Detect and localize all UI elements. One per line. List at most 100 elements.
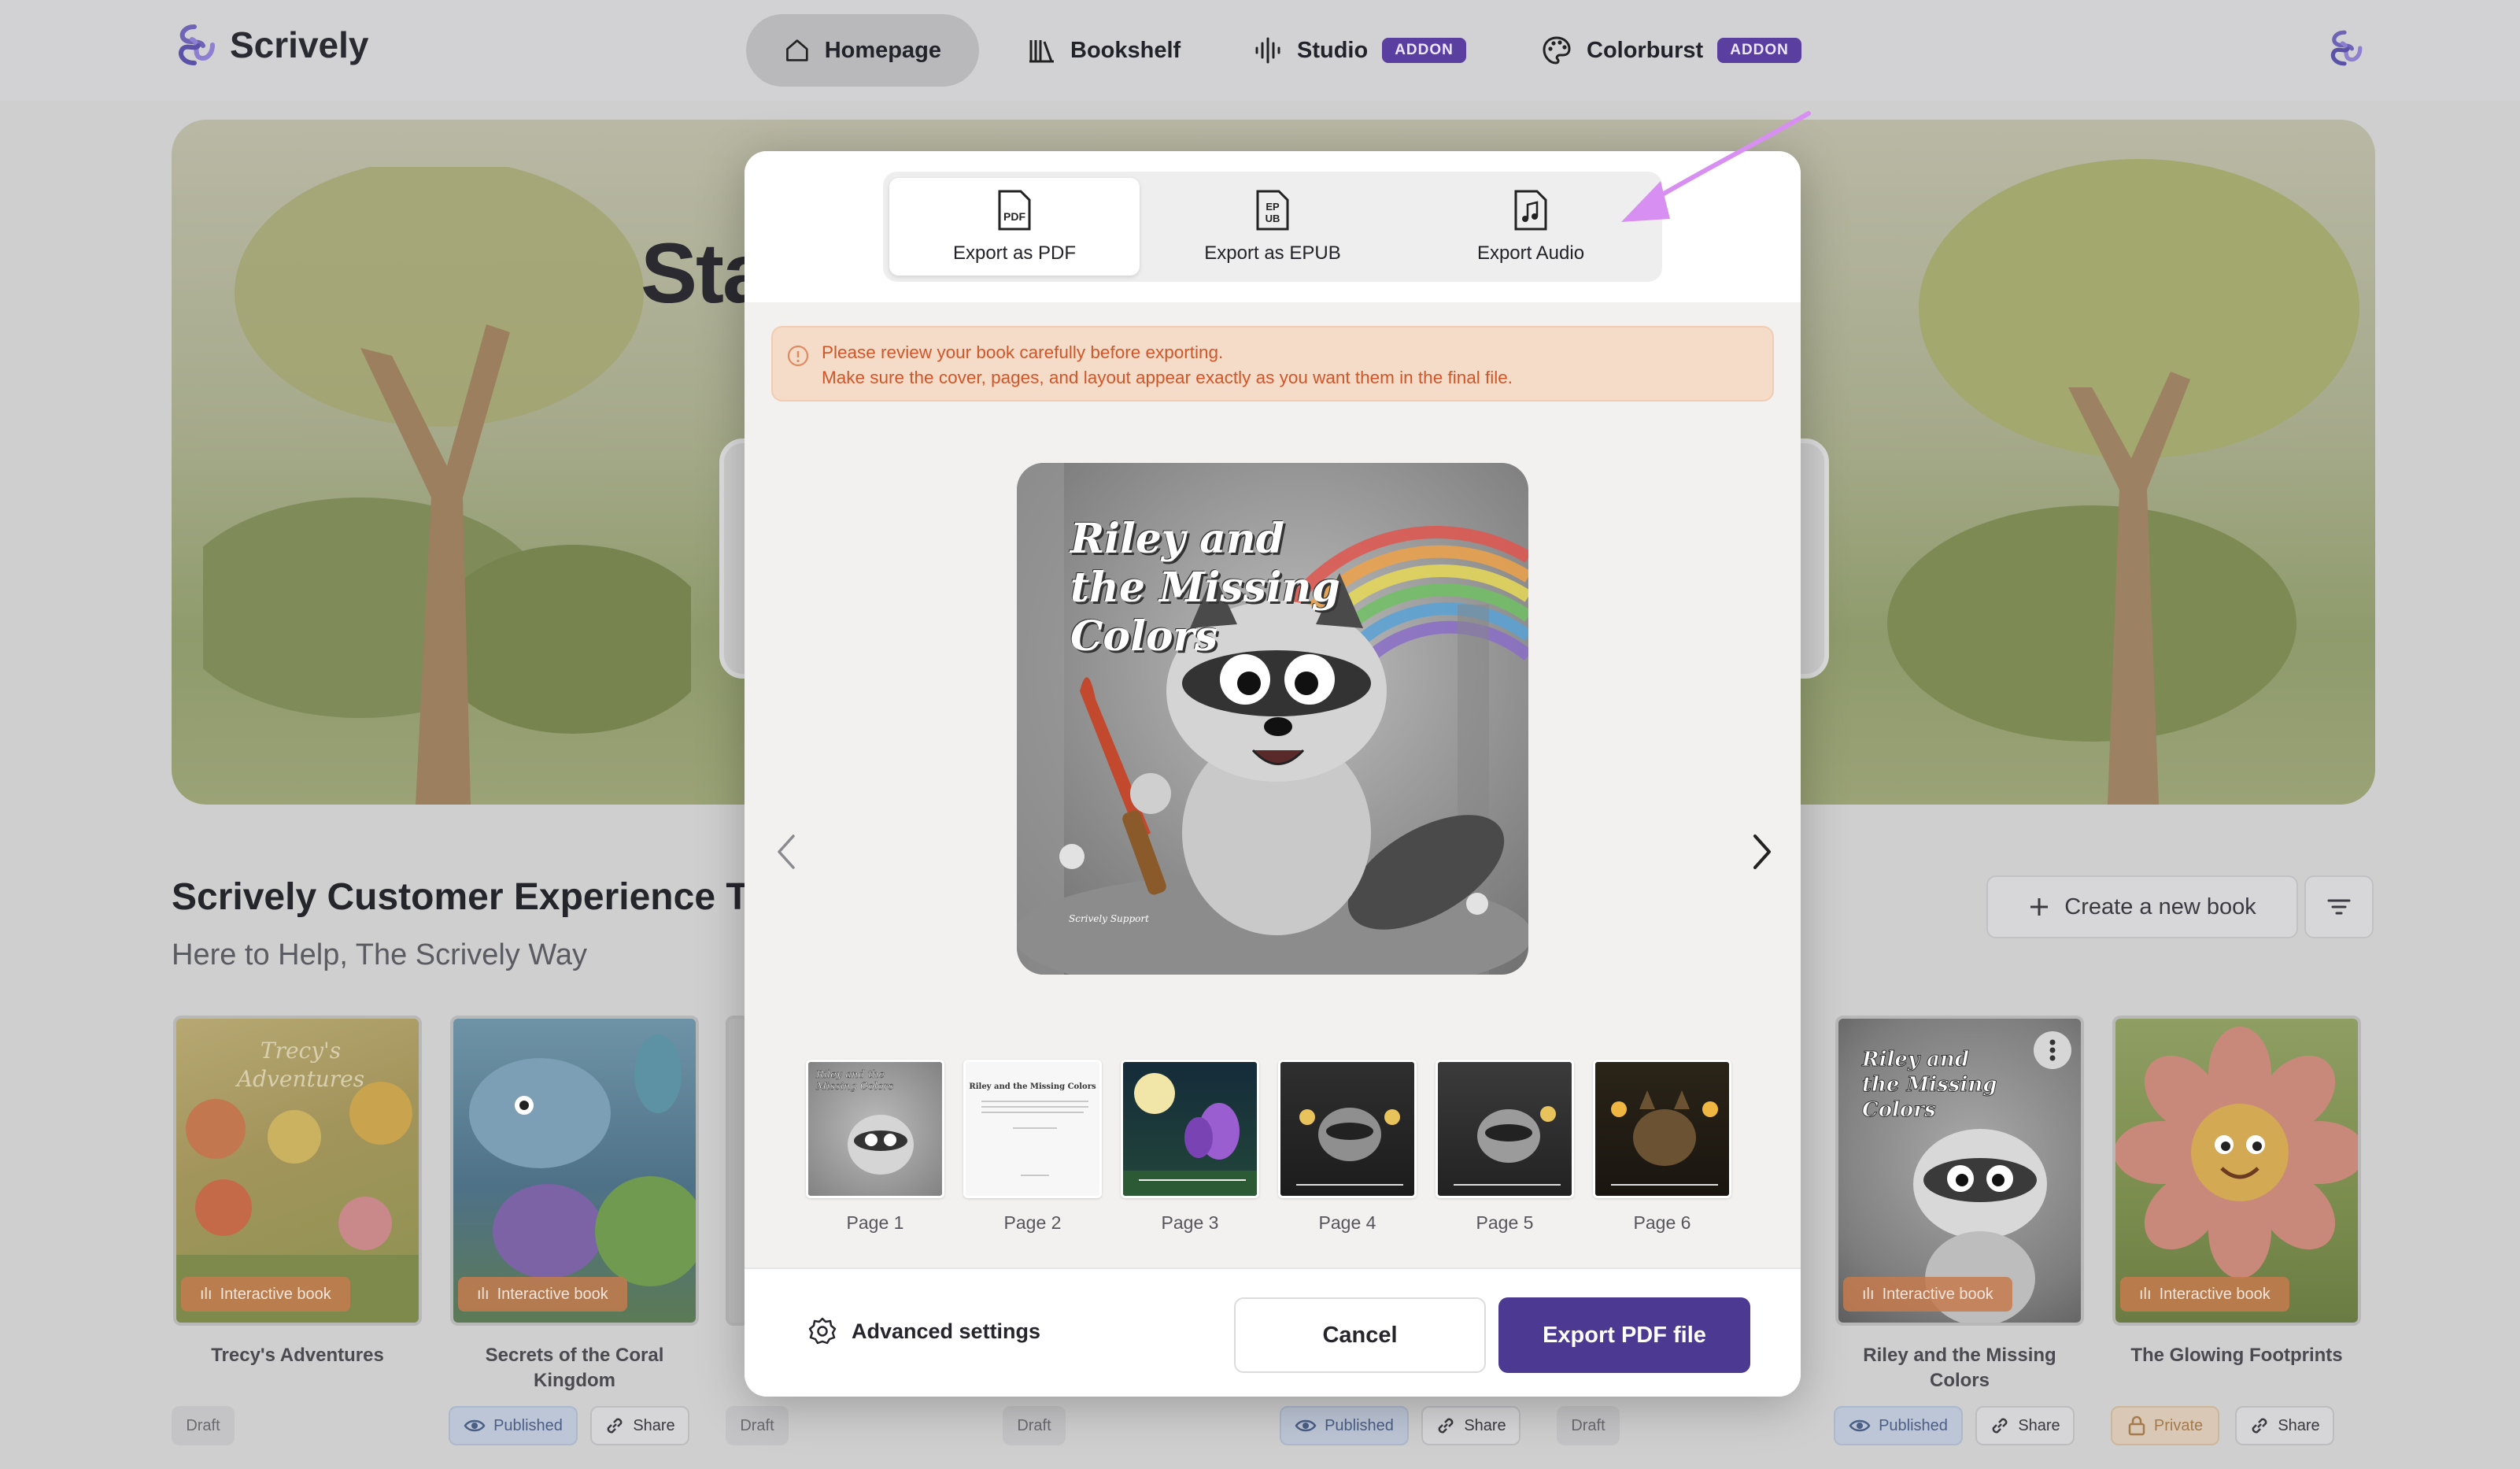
advanced-settings-button[interactable]: Advanced settings xyxy=(807,1316,1040,1346)
addon-badge: ADDON xyxy=(1382,38,1466,63)
book-title[interactable]: Trecy's Adventures xyxy=(173,1343,422,1368)
book-card[interactable]: ılı Interactive book xyxy=(2112,1016,2361,1326)
link-icon xyxy=(1438,1418,1454,1434)
status-badge-draft: Draft xyxy=(1003,1406,1066,1445)
page-thumbnail-3[interactable] xyxy=(1121,1060,1259,1198)
svg-text:Colors: Colors xyxy=(1862,1098,1936,1122)
private-label: Private xyxy=(2153,1416,2204,1434)
book-card[interactable]: Trecy's Adventures ılı Interactive book xyxy=(173,1016,422,1326)
book-type-tag: ılı Interactive book xyxy=(458,1277,627,1312)
page-label: Page 4 xyxy=(1318,1212,1376,1233)
workspace-title: Scrively Customer Experience Te xyxy=(172,876,767,918)
scrively-logo-icon xyxy=(179,24,215,65)
page-label: Page 2 xyxy=(1003,1212,1062,1233)
share-button[interactable]: Share xyxy=(2235,1406,2334,1445)
previous-page-button[interactable] xyxy=(771,830,803,878)
svg-text:Trecy's: Trecy's xyxy=(260,1038,341,1064)
pdf-file-icon: PDF xyxy=(998,190,1031,231)
tab-export-epub[interactable]: EP UB Export as EPUB xyxy=(1147,178,1398,276)
share-label: Share xyxy=(2018,1416,2060,1434)
thumbnail-image xyxy=(1454,1106,1561,1186)
page-thumbnail-5[interactable] xyxy=(1436,1060,1574,1198)
svg-text:PDF: PDF xyxy=(1003,210,1025,223)
info-circle-icon xyxy=(787,345,809,367)
nav-homepage-label: Homepage xyxy=(824,37,941,63)
published-label: Published xyxy=(493,1416,563,1434)
eye-icon xyxy=(1849,1419,1871,1432)
nav-colorburst[interactable]: Colorburst ADDON xyxy=(1503,14,1839,87)
book-card[interactable]: ılı Interactive book xyxy=(450,1016,699,1326)
app-logo[interactable]: Scrively xyxy=(172,22,368,68)
book-type-label: Interactive book xyxy=(1882,1285,1993,1303)
book-type-label: Interactive book xyxy=(220,1285,331,1303)
book-title[interactable]: The Glowing Footprints xyxy=(2112,1343,2361,1368)
share-label: Share xyxy=(2278,1416,2320,1434)
eye-icon xyxy=(1295,1419,1317,1432)
page-label: Page 3 xyxy=(1161,1212,1219,1233)
status-badge-private: Private xyxy=(2111,1406,2219,1445)
book-cover-preview: Riley and the Missing Colors Scrively Su… xyxy=(1017,463,1528,975)
audio-wave-icon: ılı xyxy=(2139,1285,2152,1303)
page-label: Page 6 xyxy=(1633,1212,1691,1233)
create-book-label: Create a new book xyxy=(2064,894,2256,920)
next-page-button[interactable] xyxy=(1746,830,1777,878)
link-icon xyxy=(607,1418,623,1434)
thumbnail-page-title: Riley and the Missing Colors xyxy=(969,1082,1096,1091)
status-badge-draft: Draft xyxy=(172,1406,235,1445)
book-card[interactable]: Riley and the Missing Colors ılı Interact… xyxy=(1835,1016,2084,1326)
create-book-button[interactable]: Create a new book xyxy=(1986,875,2298,938)
nav-homepage[interactable]: Homepage xyxy=(746,14,979,87)
svg-text:EP: EP xyxy=(1266,201,1280,213)
export-dialog: PDF Export as PDF EP UB Export as EPUB Ex… xyxy=(745,151,1801,1397)
status-badge-published: Published xyxy=(1280,1406,1409,1445)
page-thumbnail-6[interactable] xyxy=(1593,1060,1731,1198)
svg-text:Riley and: Riley and xyxy=(1861,1048,1969,1071)
eye-icon xyxy=(464,1419,486,1432)
cancel-button[interactable]: Cancel xyxy=(1234,1297,1486,1373)
page-thumbnail-2[interactable]: Riley and the Missing Colors xyxy=(963,1060,1102,1198)
book-type-tag: ılı Interactive book xyxy=(1843,1277,2012,1312)
cover-credit: Scrively Support xyxy=(1069,913,1149,924)
tab-label: Export as EPUB xyxy=(1204,242,1341,264)
link-icon xyxy=(2252,1418,2267,1434)
page-thumbnail-1[interactable]: Riley and the Missing Colors xyxy=(806,1060,944,1198)
export-warning-alert: Please review your book carefully before… xyxy=(771,326,1774,401)
export-format-tabs: PDF Export as PDF EP UB Export as EPUB Ex… xyxy=(883,172,1662,282)
audio-wave-icon: ılı xyxy=(1862,1285,1875,1303)
export-pdf-button[interactable]: Export PDF file xyxy=(1498,1297,1750,1373)
book-title[interactable]: Riley and the Missing Colors xyxy=(1835,1343,2084,1393)
advanced-settings-label: Advanced settings xyxy=(852,1319,1041,1343)
epub-file-icon: EPUB xyxy=(1256,190,1289,231)
thumbnail-image xyxy=(1296,1108,1403,1186)
svg-text:Missing Colors: Missing Colors xyxy=(815,1081,894,1093)
tab-export-pdf[interactable]: PDF Export as PDF xyxy=(889,178,1140,276)
scrively-logo-icon xyxy=(2330,30,2363,66)
nav-studio-label: Studio xyxy=(1297,37,1369,63)
share-label: Share xyxy=(1464,1416,1506,1434)
thumbnail-image: Riley and theMissing Colors xyxy=(815,1069,914,1175)
filter-button[interactable] xyxy=(2304,875,2374,938)
nav-studio[interactable]: Studio ADDON xyxy=(1215,14,1504,87)
user-menu-logo[interactable] xyxy=(2325,28,2364,72)
app-name: Scrively xyxy=(230,24,369,65)
tree-illustration xyxy=(1887,159,2359,805)
share-label: Share xyxy=(633,1416,675,1434)
chevron-right-icon xyxy=(1753,834,1771,869)
link-icon xyxy=(1992,1418,2008,1434)
share-button[interactable]: Share xyxy=(1421,1406,1520,1445)
page-thumbnail-4[interactable] xyxy=(1278,1060,1417,1198)
share-button[interactable]: Share xyxy=(1975,1406,2075,1445)
book-type-tag: ılı Interactive book xyxy=(181,1277,350,1312)
page-label: Page 1 xyxy=(846,1212,904,1233)
thumbnail-text-lines xyxy=(981,1101,1088,1176)
status-badge-published: Published xyxy=(1834,1406,1963,1445)
audio-file-icon xyxy=(1514,190,1547,231)
svg-text:the Missing: the Missing xyxy=(1862,1073,1997,1097)
share-button[interactable]: Share xyxy=(590,1406,689,1445)
annotation-arrow-icon xyxy=(1621,111,1811,222)
status-badge-draft: Draft xyxy=(726,1406,789,1445)
audio-wave-icon: ılı xyxy=(477,1285,490,1303)
book-title[interactable]: Secrets of the Coral Kingdom xyxy=(450,1343,699,1393)
export-dialog-footer: Advanced settings Cancel Export PDF file xyxy=(745,1267,1801,1397)
nav-bookshelf[interactable]: Bookshelf xyxy=(988,14,1218,87)
